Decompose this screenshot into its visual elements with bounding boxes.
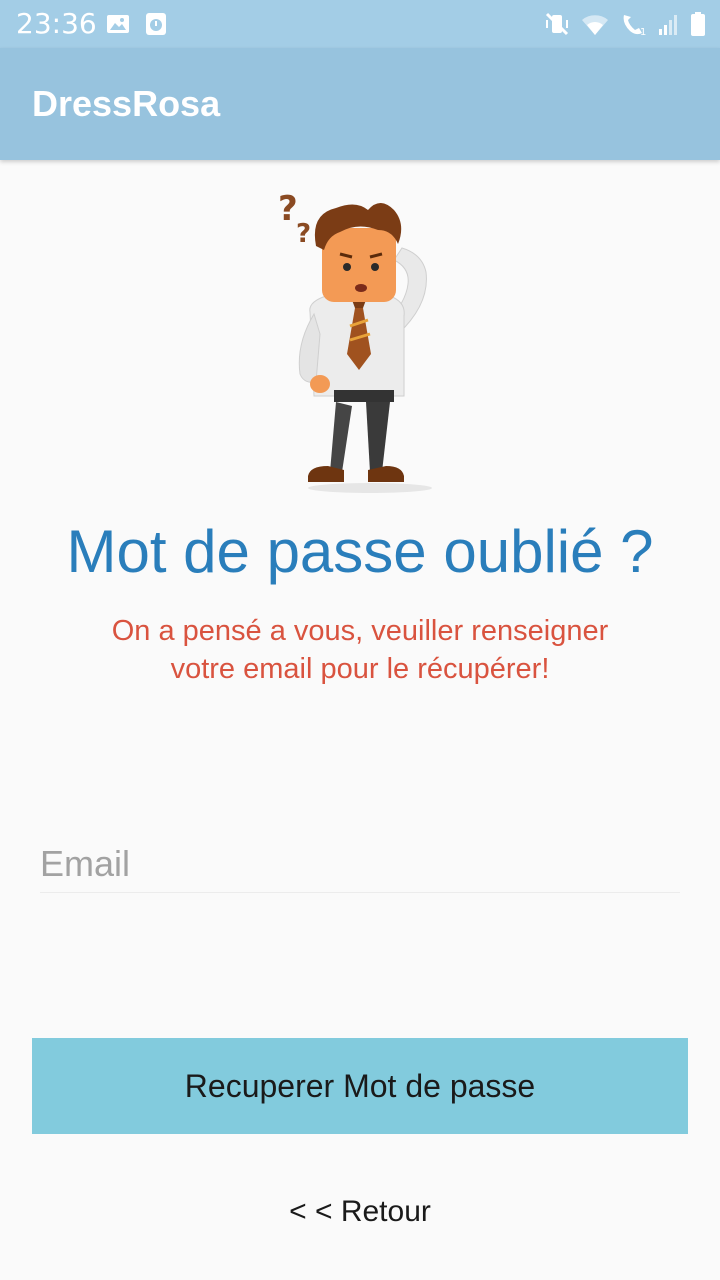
back-link[interactable]: < < Retour: [0, 1190, 720, 1234]
vibrate-mute-icon: [544, 11, 570, 37]
instruction-line-1: On a pensé a vous, veuiller renseigner: [111, 615, 609, 647]
image-icon: [106, 12, 130, 36]
status-bar: 23:36 1: [0, 0, 720, 48]
status-icons: 1: [544, 10, 706, 38]
svg-text:?: ?: [278, 189, 298, 229]
svg-text:1: 1: [640, 27, 646, 37]
wifi-icon: [580, 11, 610, 37]
status-time: 23:36: [16, 7, 97, 40]
signal-icon: [658, 12, 680, 36]
battery-icon: [690, 11, 706, 37]
app-bar: DressRosa: [0, 48, 720, 160]
instruction-text: On a pensé a vous, veuiller renseigner v…: [80, 612, 640, 688]
app-title: DressRosa: [32, 83, 221, 124]
clock-notification-icon: [144, 12, 168, 36]
recover-password-button[interactable]: Recuperer Mot de passe: [32, 1038, 688, 1134]
instruction-line-2: votre email pour le récupérer!: [170, 653, 550, 685]
confused-man-illustration: ? ?: [270, 184, 450, 494]
wifi-call-icon: 1: [620, 11, 648, 37]
svg-text:?: ?: [296, 219, 311, 249]
page-title: Mot de passe oublié ?: [66, 518, 654, 585]
email-field[interactable]: [40, 836, 680, 893]
